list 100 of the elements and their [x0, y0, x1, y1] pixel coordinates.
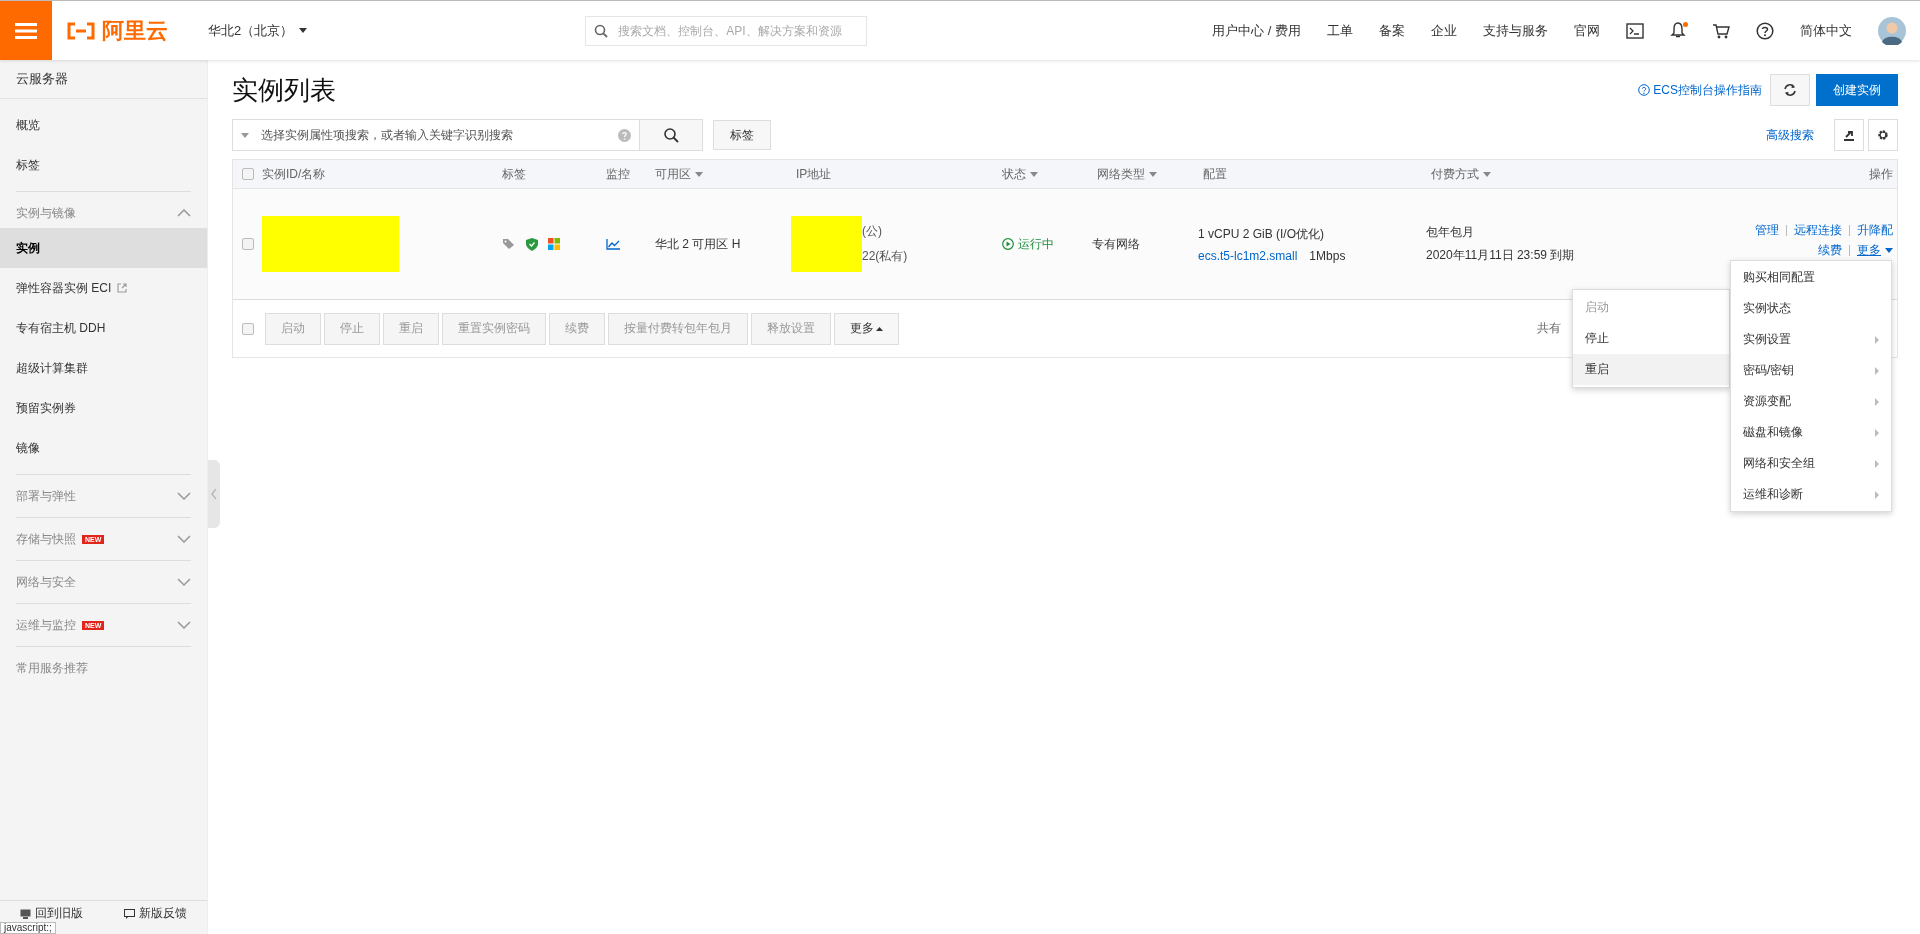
sidebar-item[interactable]: 弹性容器实例 ECI [0, 268, 207, 308]
tag-icon[interactable] [502, 238, 516, 250]
bulk-action-button[interactable]: 更多 [834, 312, 899, 345]
menu-item[interactable]: 资源变配 [1731, 386, 1891, 417]
help-icon[interactable] [1756, 21, 1774, 40]
section-label: 存储与快照 [16, 530, 76, 548]
caret-up-icon [876, 326, 883, 331]
sidebar-item[interactable]: 预留实例券 [0, 388, 207, 428]
sidebar-item[interactable]: 超级计算集群 [0, 348, 207, 388]
menu-item[interactable]: 网络和安全组 [1731, 448, 1891, 479]
cart-icon[interactable] [1712, 22, 1730, 39]
action-link[interactable]: 远程连接 [1794, 221, 1842, 239]
search-field[interactable]: 选择实例属性项搜索，或者输入关键字识别搜索 [232, 119, 640, 151]
chevron-down-icon[interactable] [177, 535, 191, 543]
total-count: 共有 [1537, 320, 1561, 337]
column-header: 配置 [1203, 165, 1228, 183]
menu-button[interactable] [0, 1, 52, 60]
help-icon [1638, 84, 1651, 96]
instance-type-link[interactable]: ecs.t5-lc1m2.small [1198, 248, 1298, 263]
menu-item[interactable]: 密码/密钥 [1731, 355, 1891, 386]
action-link[interactable]: 升降配 [1857, 221, 1893, 239]
search-input[interactable]: 选择实例属性项搜索，或者输入关键字识别搜索 [259, 127, 608, 143]
section-label: 网络与安全 [16, 573, 76, 591]
caret-icon [1885, 247, 1893, 253]
nav-link[interactable]: 企业 [1431, 21, 1457, 40]
old-version-link[interactable]: 回到旧版 [20, 905, 84, 922]
more-link[interactable]: 更多 [1857, 241, 1893, 259]
nav-link[interactable]: 备案 [1379, 21, 1405, 40]
sidebar-item[interactable]: 专有宿主机 DDH [0, 308, 207, 348]
ip-address: 22(私有) [862, 248, 908, 265]
action-link[interactable]: 续费 [1818, 241, 1842, 259]
terminal-icon[interactable] [1626, 22, 1644, 39]
sidebar-item[interactable]: 概览 [0, 105, 207, 145]
checkbox[interactable] [242, 168, 254, 180]
sidebar-item[interactable]: 实例 [0, 228, 207, 268]
column-header[interactable]: 付费方式 [1431, 165, 1699, 183]
menu-item[interactable]: 购买相同配置 [1731, 262, 1891, 293]
shield-icon [526, 237, 538, 251]
status-tooltip: javascript:; [0, 922, 56, 934]
chevron-down-icon[interactable] [177, 578, 191, 586]
export-icon [1843, 129, 1855, 141]
menu-item[interactable]: 磁盘和镜像 [1731, 417, 1891, 448]
table-cell: 2020年11月11日 23:59 到期 [1426, 247, 1575, 264]
column-header: 操作 [1868, 165, 1894, 183]
nav-link[interactable]: 用户中心 / 费用 [1212, 21, 1301, 40]
chart-icon[interactable] [606, 238, 620, 250]
avatar-icon[interactable] [1878, 16, 1906, 45]
chevron-up-icon[interactable] [177, 209, 191, 217]
chevron-down-icon[interactable] [177, 492, 191, 500]
section-label: 部署与弹性 [16, 487, 76, 505]
redaction-mark [791, 216, 862, 272]
column-header[interactable]: 可用区 [655, 165, 796, 183]
nav-link[interactable]: 支持与服务 [1483, 21, 1548, 40]
external-link-icon [117, 283, 128, 293]
bell-icon[interactable] [1670, 22, 1686, 39]
caret-right-icon [1875, 459, 1879, 468]
menu-item[interactable]: 重启 [1573, 354, 1729, 385]
checkbox[interactable] [242, 322, 254, 335]
menu-item[interactable]: 实例状态 [1731, 293, 1891, 324]
search-button[interactable] [639, 119, 703, 151]
chevron-down-icon[interactable] [177, 621, 191, 629]
menu-item[interactable]: 运维和诊断 [1731, 479, 1891, 510]
column-header[interactable]: 状态 [1002, 165, 1097, 183]
sidebar-item[interactable]: 镜像 [0, 428, 207, 468]
feedback-link[interactable]: 新版反馈 [123, 905, 187, 922]
create-button[interactable]: 创建实例 [1816, 74, 1898, 106]
tag-button[interactable]: 标签 [713, 120, 771, 150]
collapse-handle[interactable] [208, 460, 220, 528]
region-selector[interactable]: 华北2（北京） [208, 21, 308, 40]
menu-icon [15, 22, 37, 39]
caret-icon [1483, 171, 1491, 177]
logo-icon [66, 21, 96, 40]
column-header[interactable]: 网络类型 [1097, 165, 1203, 183]
checkbox[interactable] [242, 238, 254, 250]
search-field[interactable]: 搜索文档、控制台、API、解决方案和资源 [585, 15, 868, 46]
action-link[interactable]: 管理 [1755, 221, 1779, 239]
help-icon [618, 128, 631, 142]
caret-icon [1149, 171, 1157, 177]
column-header: 监控 [606, 165, 631, 183]
windows-icon [548, 238, 560, 250]
column-header: IP地址 [796, 165, 833, 183]
section-label: 常用服务推荐 [16, 659, 88, 677]
menu-item[interactable]: 停止 [1573, 323, 1729, 354]
refresh-button[interactable] [1770, 74, 1810, 106]
menu-item[interactable]: 实例设置 [1731, 324, 1891, 355]
section-label: 运维与监控 [16, 616, 76, 634]
caret-icon [241, 132, 249, 138]
caret-right-icon [1875, 335, 1879, 344]
caret-right-icon [1875, 366, 1879, 375]
sidebar-item[interactable]: 标签 [0, 145, 207, 185]
settings-button[interactable] [1868, 119, 1898, 151]
nav-link[interactable]: 官网 [1574, 21, 1600, 40]
caret-right-icon [1875, 490, 1879, 499]
export-button[interactable] [1834, 119, 1864, 151]
language-link[interactable]: 简体中文 [1800, 21, 1852, 40]
advanced-search-link[interactable]: 高级搜索 [1766, 126, 1814, 144]
guide-link[interactable]: ECS控制台操作指南 [1638, 81, 1762, 99]
table-cell: 包年包月 [1426, 224, 1474, 241]
nav-link[interactable]: 工单 [1327, 21, 1353, 40]
section-label: 实例与镜像 [16, 204, 76, 222]
